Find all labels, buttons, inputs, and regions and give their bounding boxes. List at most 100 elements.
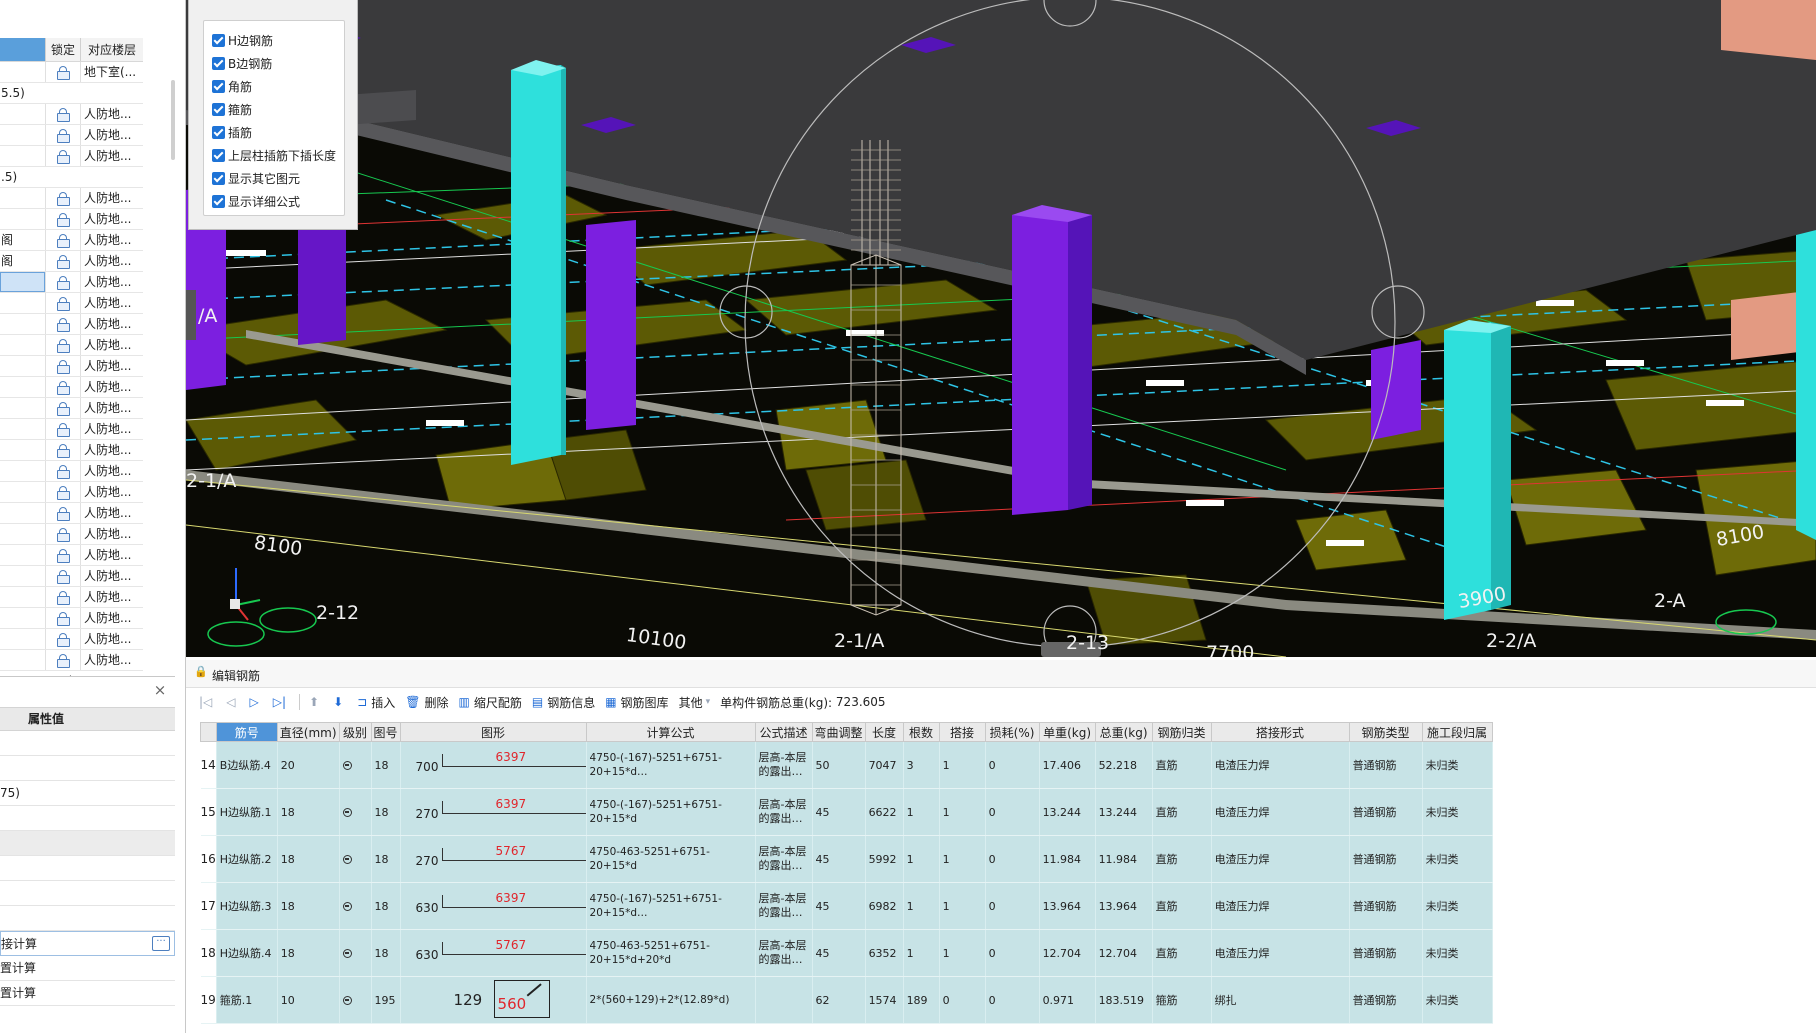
lock-icon[interactable] — [57, 192, 70, 206]
lap-type-cell[interactable]: 电渣压力焊 — [1211, 835, 1350, 883]
floor-group-row[interactable]: 5.5) — [0, 83, 143, 104]
checkbox-checked-icon[interactable] — [212, 172, 225, 185]
count-cell[interactable]: 189 — [903, 976, 940, 1024]
lock-icon[interactable] — [57, 423, 70, 437]
column-header[interactable]: 图形 — [399, 722, 587, 742]
stage-cell[interactable]: 未归类 — [1422, 788, 1493, 836]
formula-cell[interactable]: 4750-463-5251+6751-20+15*d — [586, 835, 756, 883]
floor-row[interactable]: 人防地... — [0, 209, 143, 230]
rebar-type-cell[interactable]: 普通钢筋 — [1349, 976, 1423, 1024]
lock-icon[interactable] — [57, 297, 70, 311]
bend-adjust-cell[interactable]: 62 — [812, 976, 866, 1024]
length-cell[interactable]: 6622 — [865, 788, 904, 836]
category-cell[interactable]: 箍筋 — [1152, 976, 1212, 1024]
lock-icon[interactable] — [57, 402, 70, 416]
lock-icon[interactable] — [57, 654, 70, 668]
length-cell[interactable]: 7047 — [865, 741, 904, 789]
lap-type-cell[interactable]: 电渣压力焊 — [1211, 882, 1350, 930]
lock-icon[interactable] — [57, 255, 70, 269]
floor-row[interactable]: 人防地... — [0, 440, 143, 461]
column-header[interactable]: 直径(mm) — [276, 722, 340, 742]
property-row[interactable] — [0, 856, 175, 881]
lock-cell[interactable] — [45, 188, 80, 208]
lock-cell[interactable] — [45, 650, 80, 670]
table-row[interactable]: 18 H边纵筋.4 18 18 630 5767 4750-463-5251+6751-20… — [200, 929, 1493, 977]
bar-name-cell[interactable]: 箍筋.1 — [216, 976, 278, 1024]
display-option-item[interactable]: 角筋 — [204, 75, 344, 98]
lock-cell[interactable] — [45, 419, 80, 439]
property-row[interactable] — [0, 831, 175, 856]
category-cell[interactable]: 直筋 — [1152, 882, 1212, 930]
property-row[interactable]: 置计算 — [0, 956, 175, 981]
rebar-type-cell[interactable]: 普通钢筋 — [1349, 882, 1423, 930]
table-row[interactable]: 15 H边纵筋.1 18 18 270 6397 4750-(-167)-5251+6751… — [200, 788, 1493, 836]
diameter-cell[interactable]: 20 — [277, 741, 340, 789]
lock-icon[interactable] — [57, 360, 70, 374]
floor-row[interactable]: 人防地... — [0, 293, 143, 314]
shape-cell[interactable]: 270 6397 — [400, 788, 587, 836]
grade-cell[interactable] — [339, 788, 372, 836]
display-option-item[interactable]: B边钢筋 — [204, 52, 344, 75]
floor-name-cell[interactable] — [0, 608, 45, 628]
shape-cell[interactable]: 630 5767 — [400, 929, 587, 977]
column-header[interactable]: 损耗(%) — [984, 722, 1040, 742]
bar-name-cell[interactable]: H边纵筋.3 — [216, 882, 278, 930]
floor-name-cell[interactable] — [0, 209, 45, 229]
checkbox-checked-icon[interactable] — [212, 34, 225, 47]
checkbox-checked-icon[interactable] — [212, 195, 225, 208]
floor-name-cell[interactable] — [0, 566, 45, 586]
total-weight-cell[interactable]: 13.964 — [1095, 882, 1153, 930]
bend-adjust-cell[interactable]: 45 — [812, 929, 866, 977]
formula-desc-cell[interactable] — [755, 976, 813, 1024]
stage-cell[interactable]: 未归类 — [1422, 882, 1493, 930]
lock-cell[interactable] — [45, 314, 80, 334]
insert-button[interactable]: ⊐ 插入 — [352, 691, 400, 713]
floor-name-cell[interactable] — [0, 125, 45, 145]
count-cell[interactable]: 1 — [903, 788, 940, 836]
floor-row[interactable]: 阁 人防地... — [0, 230, 143, 251]
lock-cell[interactable] — [45, 125, 80, 145]
lock-icon[interactable] — [57, 486, 70, 500]
stage-cell[interactable]: 未归类 — [1422, 835, 1493, 883]
loss-cell[interactable]: 0 — [985, 788, 1040, 836]
shape-cell[interactable]: 270 5767 — [400, 835, 587, 883]
total-weight-cell[interactable]: 183.519 — [1095, 976, 1153, 1024]
lock-icon[interactable] — [57, 66, 70, 80]
unit-weight-cell[interactable]: 0.971 — [1039, 976, 1096, 1024]
lock-icon[interactable] — [57, 528, 70, 542]
lock-cell[interactable] — [45, 251, 80, 271]
formula-cell[interactable]: 2*(560+129)+2*(12.89*d) — [586, 976, 756, 1024]
lock-cell[interactable] — [45, 146, 80, 166]
close-icon[interactable]: × — [153, 683, 167, 698]
length-cell[interactable]: 6352 — [865, 929, 904, 977]
table-row[interactable]: 19 箍筋.1 10 195 129 560 2*(560+129)+2*(12.89*d)… — [200, 976, 1493, 1024]
column-header[interactable]: 搭接 — [938, 722, 986, 742]
rebar-type-cell[interactable]: 普通钢筋 — [1349, 788, 1423, 836]
column-header[interactable]: 单重(kg) — [1038, 722, 1096, 742]
count-cell[interactable]: 1 — [903, 929, 940, 977]
stage-cell[interactable]: 未归类 — [1422, 929, 1493, 977]
scale-rebar-button[interactable]: ▥ 缩尺配筋 — [453, 691, 526, 713]
property-row[interactable] — [0, 881, 175, 906]
lock-cell[interactable] — [45, 230, 80, 250]
figure-no-cell[interactable]: 18 — [371, 788, 401, 836]
floor-row[interactable]: 人防地... — [0, 503, 143, 524]
diameter-cell[interactable]: 18 — [277, 788, 340, 836]
floor-name-cell[interactable] — [0, 356, 45, 376]
category-cell[interactable]: 直筋 — [1152, 741, 1212, 789]
property-row[interactable] — [0, 806, 175, 831]
column-header[interactable]: 根数 — [902, 722, 940, 742]
lock-icon[interactable] — [57, 150, 70, 164]
unit-weight-cell[interactable]: 17.406 — [1039, 741, 1096, 789]
floor-name-cell[interactable] — [0, 524, 45, 544]
bar-name-cell[interactable]: H边纵筋.1 — [216, 788, 278, 836]
length-cell[interactable]: 5992 — [865, 835, 904, 883]
floor-row[interactable]: 人防地... — [0, 419, 143, 440]
rebar-type-cell[interactable]: 普通钢筋 — [1349, 835, 1423, 883]
last-record-button[interactable]: ▷| — [268, 691, 295, 713]
floor-row[interactable]: 人防地... — [0, 524, 143, 545]
formula-cell[interactable]: 4750-463-5251+6751-20+15*d+20*d — [586, 929, 756, 977]
bend-adjust-cell[interactable]: 45 — [812, 882, 866, 930]
rebar-info-button[interactable]: ▤ 钢筋信息 — [527, 691, 600, 713]
lap-type-cell[interactable]: 绑扎 — [1211, 976, 1350, 1024]
